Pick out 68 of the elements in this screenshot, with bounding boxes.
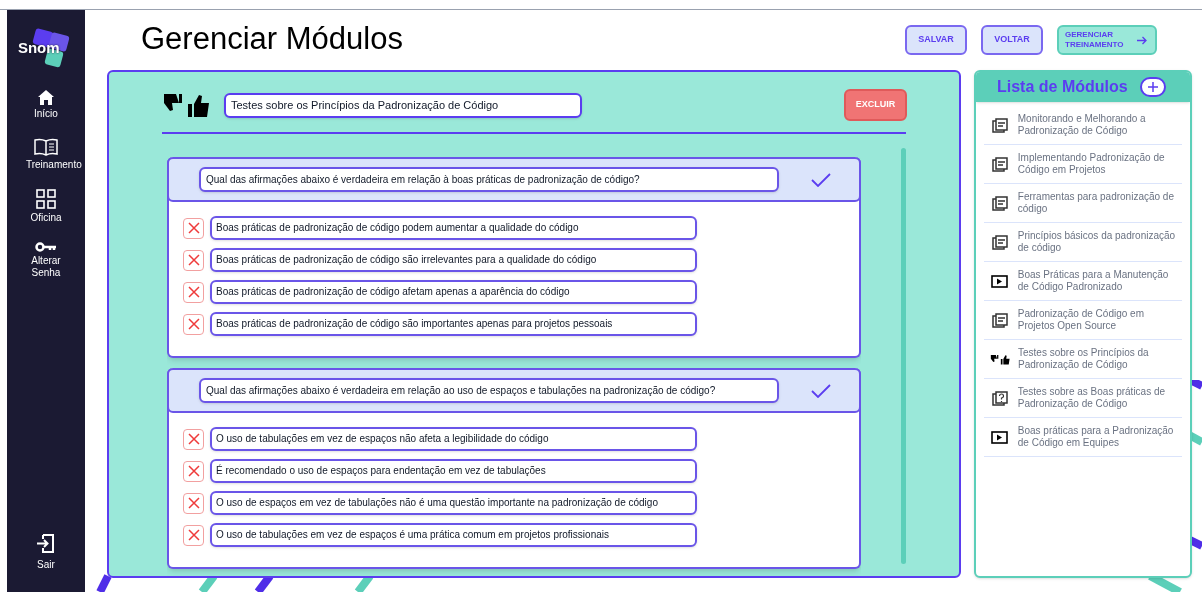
incorrect-toggle[interactable]: [183, 281, 204, 303]
nav-item[interactable]: Alterar Senha: [8, 242, 83, 279]
header-button[interactable]: SALVAR: [905, 25, 967, 55]
logout-link[interactable]: Sair: [36, 534, 56, 572]
question-field[interactable]: Qual das afirmações abaixo é verdadeira em relação à boas práticas de padronização de código?: [199, 167, 779, 192]
cross-icon: [187, 529, 200, 541]
add-button[interactable]: [1140, 77, 1166, 97]
cross-icon: [187, 318, 200, 330]
checkmark-icon[interactable]: [811, 172, 832, 187]
manage-training-button[interactable]: GERENCIAR TREINAMENTO: [1057, 25, 1157, 55]
grid-icon: [35, 189, 56, 209]
play-icon: [991, 430, 1009, 444]
cross-icon: [187, 497, 200, 509]
incorrect-toggle[interactable]: [183, 249, 204, 271]
module-list-item[interactable]: Implementando Padronização de Código em Projetos: [984, 145, 1182, 184]
document-icon: [991, 234, 1008, 250]
document-icon: [991, 156, 1008, 172]
thumbs-icon: [990, 353, 1010, 365]
play-icon: [991, 274, 1009, 288]
module-list-item[interactable]: Testes sobre os Princípios da Padronização de Código: [984, 340, 1182, 379]
thumbs-icon: [162, 92, 210, 118]
question-card-icon: [991, 390, 1008, 406]
answer-field[interactable]: O uso de tabulações em vez de espaços não afeta a legibilidade do código: [210, 427, 697, 451]
module-list-item[interactable]: Princípios básicos da padronização de código: [984, 223, 1182, 262]
answer-field[interactable]: O uso de tabulações em vez de espaços é uma prática comum em projetos profissionais: [210, 523, 697, 547]
answer-field[interactable]: É recomendado o uso de espaços para endentação em vez de tabulações: [210, 459, 697, 483]
plus-icon: [1147, 81, 1159, 93]
document-icon: [991, 195, 1008, 211]
module-list-item[interactable]: Boas práticas para a Padronização de Código em Equipes: [984, 418, 1182, 457]
header-button[interactable]: VOLTAR: [981, 25, 1043, 55]
scrollbar[interactable]: [901, 148, 906, 564]
page-title: Gerenciar Módulos: [141, 19, 403, 58]
module-list-title: Lista de Módulos: [997, 77, 1128, 97]
document-icon: [991, 312, 1008, 328]
incorrect-toggle[interactable]: [183, 492, 204, 514]
nav-item[interactable]: Oficina: [8, 189, 83, 224]
logout-icon: [36, 534, 56, 553]
incorrect-toggle[interactable]: [183, 217, 204, 239]
cross-icon: [187, 222, 200, 234]
answer-field[interactable]: Boas práticas de padronização de código são irrelevantes para a qualidade do código: [210, 248, 697, 272]
cross-icon: [187, 433, 200, 445]
module-title-field[interactable]: Testes sobre os Princípios da Padronização de Código: [224, 92, 582, 118]
cross-icon: [187, 254, 200, 266]
module-list-item[interactable]: Boas Práticas para a Manutenção de Código Padronizado: [984, 262, 1182, 301]
cross-icon: [187, 286, 200, 298]
home-icon: [37, 90, 54, 105]
module-list-item[interactable]: Ferramentas para padronização de código: [984, 184, 1182, 223]
document-icon: [991, 117, 1008, 133]
arrow-right-icon: [1137, 35, 1147, 45]
answer-field[interactable]: Boas práticas de padronização de código afetam apenas a aparência do código: [210, 280, 697, 304]
incorrect-toggle[interactable]: [183, 460, 204, 482]
nav-item[interactable]: Treinamento: [8, 138, 83, 171]
incorrect-toggle[interactable]: [183, 313, 204, 335]
module-list-item[interactable]: Testes sobre as Boas práticas de Padronização de Código: [984, 379, 1182, 418]
checkmark-icon[interactable]: [811, 383, 832, 398]
book-icon: [33, 138, 58, 156]
nav-item[interactable]: Início: [8, 90, 83, 120]
module-list-item[interactable]: Padronização de Código em Projetos Open Source: [984, 301, 1182, 340]
question-field[interactable]: Qual das afirmações abaixo é verdadeira em relação ao uso de espaços e tabulações na padronização de código?: [199, 378, 779, 403]
incorrect-toggle[interactable]: [183, 428, 204, 450]
incorrect-toggle[interactable]: [183, 524, 204, 546]
cross-icon: [187, 465, 200, 477]
module-list-item[interactable]: Monitorando e Melhorando a Padronização de Código: [984, 106, 1182, 145]
key-icon: [34, 242, 57, 252]
answer-field[interactable]: Boas práticas de padronização de código são importantes apenas para projetos pessoais: [210, 312, 697, 336]
stripe: [96, 574, 112, 592]
answer-field[interactable]: O uso de espaços em vez de tabulações não é uma questão importante na padronização de código: [210, 491, 697, 515]
answer-field[interactable]: Boas práticas de padronização de código podem aumentar a qualidade do código: [210, 216, 697, 240]
